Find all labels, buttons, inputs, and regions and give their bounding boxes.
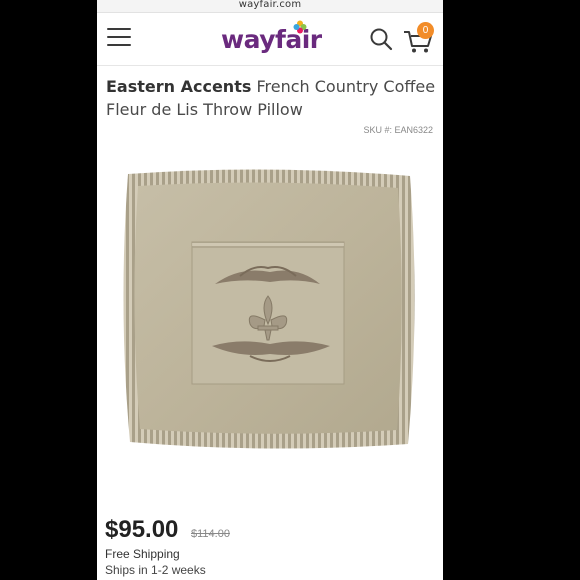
cart-count-badge: 0 xyxy=(417,22,434,39)
phone-screen: wayfair.com wayfair 0 Eastern Accents Fr… xyxy=(97,0,443,580)
product-brand[interactable]: Eastern Accents xyxy=(106,77,251,96)
url-text: wayfair.com xyxy=(238,0,302,10)
site-header: wayfair 0 xyxy=(97,13,443,66)
ships-in-label: Ships in 1-2 weeks xyxy=(105,563,206,577)
sku-value: EAN6322 xyxy=(394,125,433,135)
cart-button[interactable]: 0 xyxy=(402,22,436,57)
sku-line: SKU #: EAN6322 xyxy=(363,125,433,135)
search-icon[interactable] xyxy=(369,27,393,51)
product-image[interactable] xyxy=(120,168,416,450)
pinwheel-logo-icon xyxy=(293,20,307,34)
free-shipping-label: Free Shipping xyxy=(105,547,180,561)
url-bar[interactable]: wayfair.com xyxy=(97,0,443,13)
product-price: $95.00 xyxy=(105,516,179,543)
product-title: Eastern Accents French Country Coffee Fl… xyxy=(106,75,436,121)
original-price: $114.00 xyxy=(191,528,230,540)
sku-label: SKU #: xyxy=(363,125,392,135)
hamburger-menu-icon[interactable] xyxy=(107,28,131,48)
